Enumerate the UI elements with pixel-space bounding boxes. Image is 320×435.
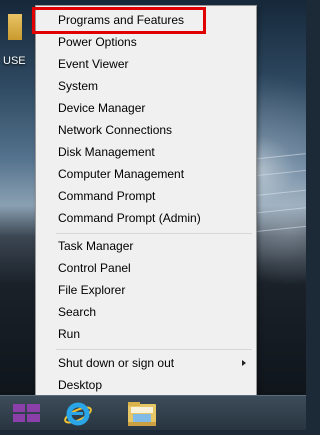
power-user-menu: Programs and Features Power Options Even…	[35, 5, 257, 396]
menu-item-desktop[interactable]: Desktop	[36, 374, 256, 396]
menu-item-power-options[interactable]: Power Options	[36, 31, 256, 53]
menu-item-computer-management[interactable]: Computer Management	[36, 163, 256, 185]
menu-item-event-viewer[interactable]: Event Viewer	[36, 53, 256, 75]
menu-item-command-prompt[interactable]: Command Prompt	[36, 185, 256, 207]
menu-item-shut-down-or-sign-out[interactable]: Shut down or sign out	[36, 352, 256, 374]
menu-item-device-manager[interactable]: Device Manager	[36, 97, 256, 119]
file-explorer-icon	[128, 402, 156, 426]
menu-item-search[interactable]: Search	[36, 301, 256, 323]
menu-separator	[56, 233, 252, 234]
menu-item-network-connections[interactable]: Network Connections	[36, 119, 256, 141]
menu-item-system[interactable]: System	[36, 75, 256, 97]
taskbar	[0, 395, 306, 430]
menu-item-label: Shut down or sign out	[58, 356, 175, 370]
menu-item-programs-and-features[interactable]: Programs and Features	[36, 9, 256, 31]
internet-explorer-icon	[64, 402, 92, 426]
menu-item-file-explorer[interactable]: File Explorer	[36, 279, 256, 301]
file-explorer-taskbar-button[interactable]	[120, 396, 164, 430]
internet-explorer-taskbar-button[interactable]	[58, 396, 98, 430]
start-button[interactable]	[0, 396, 56, 430]
desktop-icon-label[interactable]: USE	[3, 55, 26, 67]
menu-item-disk-management[interactable]: Disk Management	[36, 141, 256, 163]
menu-item-command-prompt-admin[interactable]: Command Prompt (Admin)	[36, 207, 256, 229]
submenu-arrow-icon	[242, 360, 246, 366]
windows-logo-icon	[13, 404, 40, 422]
menu-item-run[interactable]: Run	[36, 323, 256, 345]
menu-item-task-manager[interactable]: Task Manager	[36, 235, 256, 257]
desktop-folder-icon[interactable]	[8, 14, 22, 40]
menu-item-control-panel[interactable]: Control Panel	[36, 257, 256, 279]
menu-separator	[56, 349, 252, 350]
